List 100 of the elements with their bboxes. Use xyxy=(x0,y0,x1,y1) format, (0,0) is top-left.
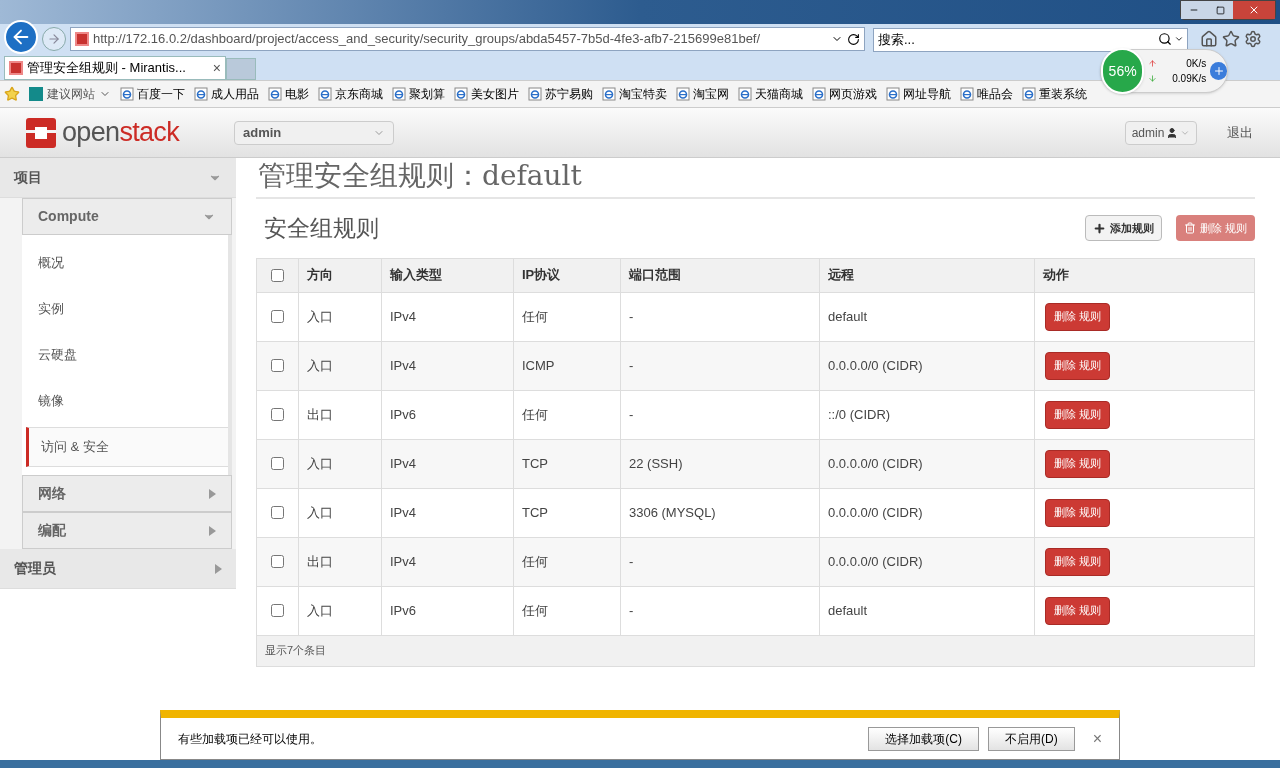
close-icon xyxy=(1248,4,1260,16)
table-cell: 任何 xyxy=(514,390,621,439)
favorite-link[interactable]: 电影 xyxy=(268,85,309,103)
close-icon[interactable]: × xyxy=(1092,726,1102,751)
table-cell: - xyxy=(621,390,820,439)
sidebar-item[interactable]: 概况 xyxy=(22,243,228,283)
delete-rule-button[interactable]: 删除 规则 xyxy=(1045,449,1111,478)
delete-rule-button[interactable]: 删除 规则 xyxy=(1045,400,1111,429)
favorite-link[interactable]: 淘宝网 xyxy=(676,85,729,103)
restore-icon xyxy=(1215,5,1225,15)
table-cell: IPv4 xyxy=(382,488,514,537)
back-button[interactable] xyxy=(4,20,38,54)
home-icon[interactable] xyxy=(1200,30,1218,48)
browser-tab[interactable]: 管理安全组规则 - Mirantis... × xyxy=(4,56,226,80)
table-cell: IPv4 xyxy=(382,341,514,390)
sidebar-item[interactable]: 实例 xyxy=(22,289,228,329)
row-checkbox[interactable] xyxy=(271,359,284,372)
plus-icon[interactable] xyxy=(1210,62,1227,80)
sidebar-item[interactable]: 云硬盘 xyxy=(22,335,228,375)
sidebar-item[interactable]: 镜像 xyxy=(22,381,228,421)
restore-button[interactable] xyxy=(1207,1,1233,19)
table-cell: 入口 xyxy=(299,292,382,341)
tab-close-icon[interactable]: × xyxy=(212,57,221,79)
column-header: 输入类型 xyxy=(382,258,514,292)
column-header: 方向 xyxy=(299,258,382,292)
page-icon xyxy=(886,87,900,101)
upload-arrow-icon xyxy=(1148,59,1158,68)
notification-button[interactable]: 选择加载项(C) xyxy=(868,726,979,751)
delete-rule-button[interactable]: 删除 规则 xyxy=(1045,302,1111,331)
favorite-link[interactable]: 淘宝特卖 xyxy=(602,85,667,103)
table-cell: 0.0.0.0/0 (CIDR) xyxy=(820,537,1035,586)
favorite-link[interactable]: 美女图片 xyxy=(454,85,519,103)
minimize-button[interactable] xyxy=(1181,1,1207,19)
table-cell: default xyxy=(820,586,1035,635)
logout-link[interactable]: 退出 xyxy=(1227,122,1253,143)
row-checkbox[interactable] xyxy=(271,310,284,323)
address-bar[interactable]: http://172.16.0.2/dashboard/project/access_and_security/security_groups/abda5457-7b5d-4fe3-afb7-215699e81bef/ xyxy=(70,27,865,51)
delete-rule-button[interactable]: 删除 规则 xyxy=(1045,351,1111,380)
page-icon xyxy=(194,87,208,101)
notification-button[interactable]: 不启用(D) xyxy=(988,726,1075,751)
delete-rule-button[interactable]: 删除 规则 xyxy=(1045,547,1111,576)
row-checkbox[interactable] xyxy=(271,457,284,470)
page-icon xyxy=(738,87,752,101)
sidebar-group[interactable]: 编配 xyxy=(22,512,232,549)
favorites-icon[interactable] xyxy=(1222,30,1240,48)
table-cell: - xyxy=(621,586,820,635)
memory-percent: 56% xyxy=(1101,48,1145,94)
add-rule-button[interactable]: 添加规则 xyxy=(1084,215,1162,242)
column-header: 端口范围 xyxy=(621,258,820,292)
delete-rule-button[interactable]: 删除 规则 xyxy=(1045,498,1111,527)
page-icon xyxy=(120,87,134,101)
download-speed: 0.09K/s xyxy=(1172,72,1207,86)
user-icon xyxy=(1166,126,1179,139)
favorite-link[interactable]: 京东商城 xyxy=(318,85,383,103)
sidebar-item[interactable]: 访问 & 安全 xyxy=(26,427,228,467)
table-cell: ICMP xyxy=(514,341,621,390)
favorite-link[interactable]: 网页游戏 xyxy=(812,85,877,103)
table-cell: 入口 xyxy=(299,439,382,488)
table-cell: 入口 xyxy=(299,586,382,635)
favorite-link[interactable]: 网址导航 xyxy=(886,85,951,103)
favorites-star-icon[interactable] xyxy=(4,86,20,102)
user-dropdown[interactable]: admin xyxy=(1125,120,1197,145)
settings-icon[interactable] xyxy=(1244,30,1262,48)
caret-icon[interactable] xyxy=(1174,34,1184,44)
column-header: IP协议 xyxy=(514,258,621,292)
favorite-link[interactable]: 唯品会 xyxy=(960,85,1013,103)
table-cell: 3306 (MYSQL) xyxy=(621,488,820,537)
sidebar-group[interactable]: 网络 xyxy=(22,475,232,512)
suggested-sites-button[interactable]: 建议网站 xyxy=(29,85,111,103)
table-cell: - xyxy=(621,537,820,586)
row-checkbox[interactable] xyxy=(271,604,284,617)
table-cell: 出口 xyxy=(299,537,382,586)
table-cell: IPv6 xyxy=(382,390,514,439)
delete-rule-button[interactable]: 删除 规则 xyxy=(1045,596,1111,625)
plus-icon xyxy=(1092,221,1106,235)
row-checkbox[interactable] xyxy=(271,408,284,421)
search-icon[interactable] xyxy=(1158,32,1172,46)
row-checkbox[interactable] xyxy=(271,506,284,519)
favorite-link[interactable]: 成人用品 xyxy=(194,85,259,103)
select-all-checkbox[interactable] xyxy=(271,268,284,282)
project-dropdown[interactable]: admin xyxy=(234,120,394,145)
favorite-link[interactable]: 百度一下 xyxy=(120,85,185,103)
favorite-link[interactable]: 重装系统 xyxy=(1022,85,1087,103)
search-field[interactable]: 搜索... xyxy=(873,27,1188,52)
sidebar-group[interactable]: Compute xyxy=(22,198,232,235)
row-checkbox[interactable] xyxy=(271,555,284,568)
logo-text: openstack xyxy=(62,116,180,150)
refresh-icon[interactable] xyxy=(847,32,860,46)
notification-message: 有些加载项已经可以使用。 xyxy=(178,730,323,748)
favorite-link[interactable]: 苏宁易购 xyxy=(528,85,593,103)
table-cell: IPv4 xyxy=(382,292,514,341)
favorite-link[interactable]: 聚划算 xyxy=(392,85,445,103)
sidebar-section[interactable]: 管理员 xyxy=(0,549,236,589)
page-icon xyxy=(1022,87,1036,101)
favorite-link[interactable]: 天猫商城 xyxy=(738,85,803,103)
table-cell: IPv6 xyxy=(382,586,514,635)
bing-icon xyxy=(29,87,43,101)
forward-arrow-icon xyxy=(47,32,61,46)
sidebar-section[interactable]: 项目 xyxy=(0,158,236,198)
site-icon xyxy=(75,32,89,46)
